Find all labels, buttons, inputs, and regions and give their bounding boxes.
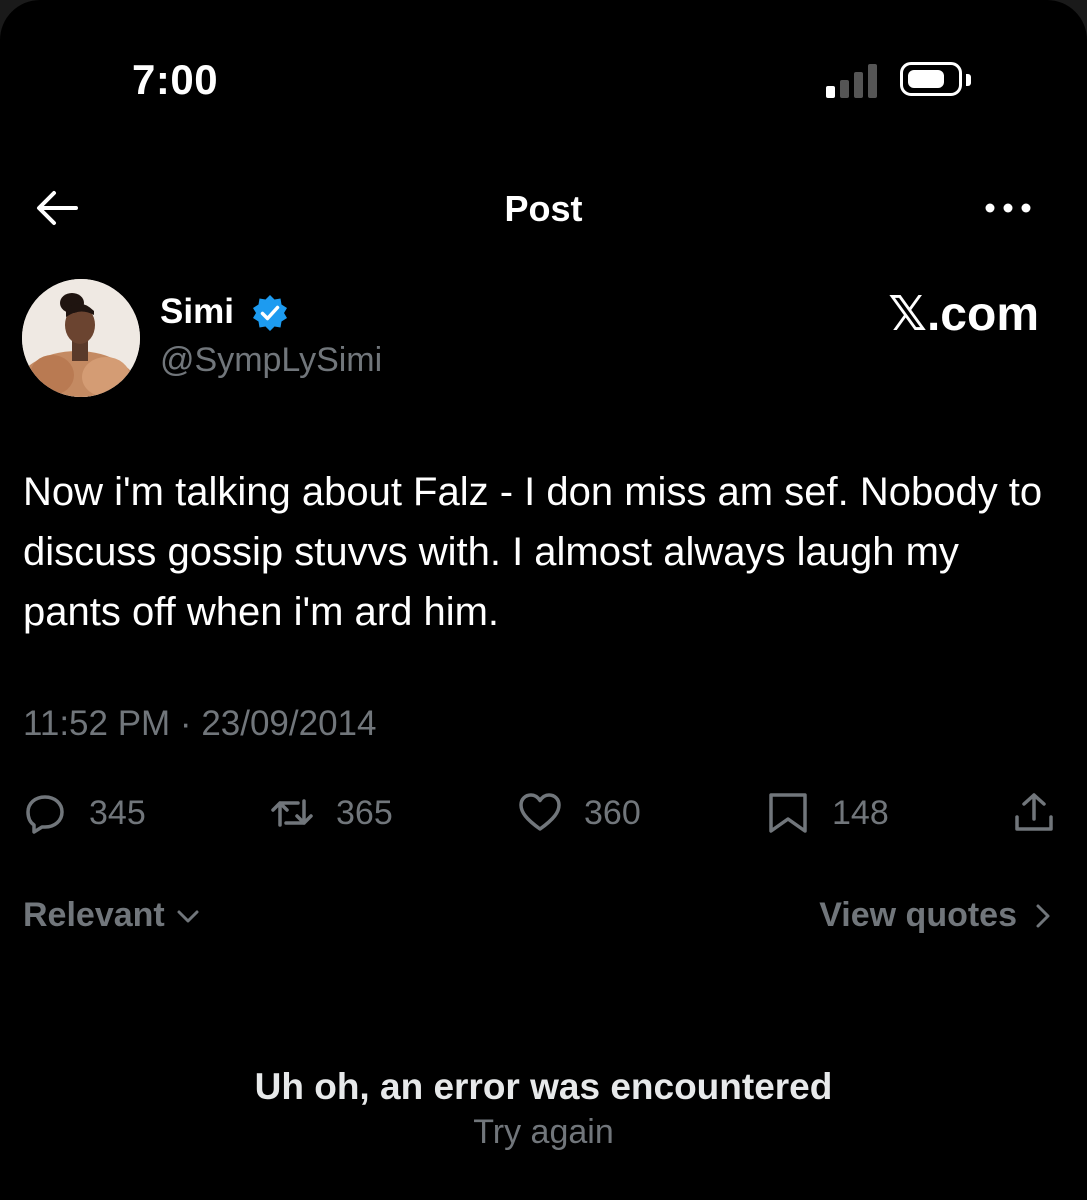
x-com-watermark: 𝕏.com [888,288,1039,341]
like-count: 360 [584,793,641,832]
view-quotes-link[interactable]: View quotes [819,896,1057,935]
author-name[interactable]: Simi [160,292,234,332]
chevron-right-icon [1036,904,1050,927]
sort-dropdown[interactable]: Relevant [23,896,203,935]
view-quotes-label: View quotes [819,896,1017,934]
heart-icon [519,793,561,831]
bookmark-icon [769,793,807,833]
reply-icon [26,795,64,834]
verified-badge-icon [250,293,290,333]
bookmark-count: 148 [832,793,889,832]
signal-icon [826,62,882,98]
reply-button[interactable]: 345 [23,788,146,838]
repost-icon [271,799,313,827]
error-message: Uh oh, an error was encountered [254,1066,833,1107]
repost-count: 365 [336,793,393,832]
reply-count: 345 [89,793,146,832]
post-text: Now i'm talking about Falz - I don miss … [23,470,1043,634]
status-time: 7:00 [132,56,219,103]
avatar[interactable] [22,279,140,397]
author-handle[interactable]: @SympLySimi [160,341,382,380]
page-title: Post [504,188,583,229]
share-button[interactable] [1012,788,1056,838]
post-timestamp[interactable]: 11:52 PM · 23/09/2014 [23,704,377,744]
battery-nub [966,74,971,86]
share-icon [1015,793,1053,831]
app-screen: 7:00 Post Simi @SympLySimi 𝕏.com Now i'm… [0,0,1087,1200]
chevron-down-icon [177,910,199,922]
like-button[interactable]: 360 [518,788,641,838]
sort-label: Relevant [23,896,165,934]
more-options-icon[interactable] [980,190,1040,226]
battery-icon [900,62,962,96]
repost-button[interactable]: 365 [270,788,393,838]
try-again-button[interactable]: Try again [0,1113,1087,1152]
bookmark-button[interactable]: 148 [766,788,889,838]
